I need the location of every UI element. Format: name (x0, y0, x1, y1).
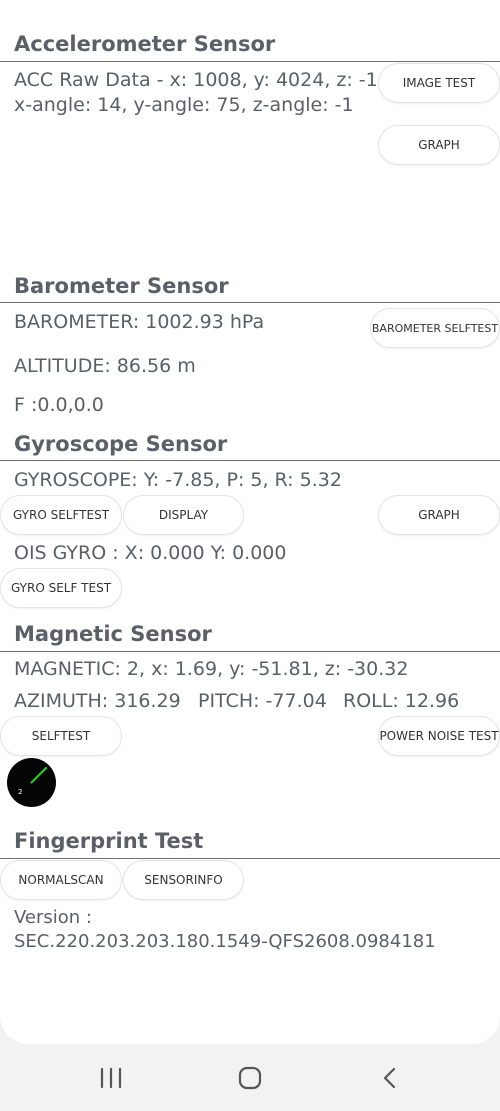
acc-graph-button[interactable]: GRAPH (378, 125, 500, 165)
accelerometer-divider (0, 61, 500, 62)
accelerometer-title: Accelerometer Sensor (14, 32, 276, 56)
home-button[interactable] (230, 1058, 270, 1098)
compass-icon: 2 (7, 758, 56, 807)
fingerprint-divider (0, 858, 500, 859)
magnetic-reading: MAGNETIC: 2, x: 1.69, y: -51.81, z: -30.… (14, 658, 409, 680)
roll-reading: ROLL: 12.96 (343, 690, 460, 712)
azimuth-reading: AZIMUTH: 316.29 (14, 690, 181, 712)
sensor-test-screen: Accelerometer Sensor ACC Raw Data - x: 1… (0, 0, 500, 1111)
pitch-reading: PITCH: -77.04 (198, 690, 327, 712)
fingerprint-title: Fingerprint Test (14, 829, 204, 853)
image-test-button[interactable]: IMAGE TEST (378, 63, 500, 103)
gyroscope-divider (0, 460, 500, 461)
version-label: Version : (14, 907, 92, 928)
navigation-bar (0, 1044, 500, 1111)
home-icon (238, 1066, 262, 1090)
magnetic-title: Magnetic Sensor (14, 622, 212, 646)
power-noise-test-button[interactable]: POWER NOISE TEST (378, 716, 500, 756)
sensorinfo-button[interactable]: SENSORINFO (123, 860, 244, 900)
barometer-divider (0, 302, 500, 303)
recents-icon (100, 1067, 122, 1089)
ois-gyro-reading: OIS GYRO : X: 0.000 Y: 0.000 (14, 542, 287, 564)
recents-button[interactable] (91, 1058, 131, 1098)
gyro-display-button[interactable]: DISPLAY (123, 495, 244, 535)
content-area: Accelerometer Sensor ACC Raw Data - x: 1… (0, 0, 500, 1044)
magnetic-divider (0, 651, 500, 652)
normalscan-button[interactable]: NORMALSCAN (0, 860, 122, 900)
f-value: F :0.0,0.0 (14, 394, 104, 416)
barometer-reading: BAROMETER: 1002.93 hPa (14, 311, 265, 333)
barometer-title: Barometer Sensor (14, 274, 229, 298)
back-icon (383, 1067, 396, 1089)
gyro-selftest-button[interactable]: GYRO SELFTEST (0, 495, 122, 535)
acc-raw-data: ACC Raw Data - x: 1008, y: 4024, z: -14 (14, 69, 390, 91)
altitude-reading: ALTITUDE: 86.56 m (14, 355, 196, 377)
gyroscope-reading: GYROSCOPE: Y: -7.85, P: 5, R: 5.32 (14, 469, 342, 491)
acc-angles: x-angle: 14, y-angle: 75, z-angle: -1 (14, 94, 354, 116)
compass-digit: 2 (18, 788, 22, 796)
barometer-selftest-button[interactable]: BAROMETER SELFTEST (370, 308, 500, 348)
gyro-graph-button[interactable]: GRAPH (378, 495, 500, 535)
back-button[interactable] (370, 1058, 410, 1098)
magnetic-selftest-button[interactable]: SELFTEST (0, 716, 122, 756)
compass-needle-icon: 2 (18, 766, 48, 796)
gyro-self-test-button[interactable]: GYRO SELF TEST (0, 568, 122, 608)
version-value: SEC.220.203.203.180.1549-QFS2608.0984181 (14, 931, 436, 952)
gyroscope-title: Gyroscope Sensor (14, 432, 228, 456)
